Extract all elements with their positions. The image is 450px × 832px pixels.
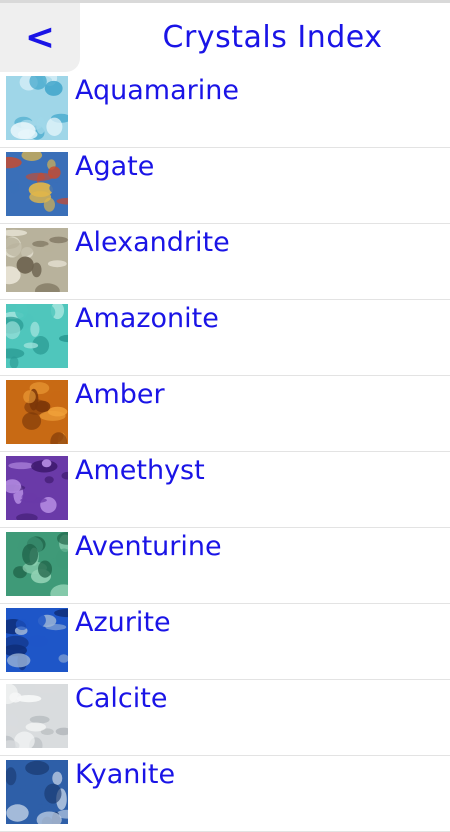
page-title: Crystals Index xyxy=(162,20,383,55)
aquamarine-image xyxy=(6,76,68,140)
crystal-name: Azurite xyxy=(75,607,171,638)
list-item[interactable]: Azurite xyxy=(0,604,450,680)
azurite-image xyxy=(6,608,68,672)
crystal-name: Aventurine xyxy=(75,531,222,562)
calcite-image xyxy=(6,684,68,748)
crystal-name: Alexandrite xyxy=(75,227,230,258)
kyanite-image xyxy=(6,760,68,824)
list-item[interactable]: Agate xyxy=(0,148,450,224)
aventurine-image xyxy=(6,532,68,596)
amethyst-image xyxy=(6,456,68,520)
list-item[interactable]: Alexandrite xyxy=(0,224,450,300)
agate-image xyxy=(6,152,68,216)
list-item[interactable]: Aquamarine xyxy=(0,72,450,148)
crystal-name: Amazonite xyxy=(75,303,219,334)
crystal-name: Amber xyxy=(75,379,165,410)
back-button[interactable]: < xyxy=(0,3,80,72)
list-item[interactable]: Amethyst xyxy=(0,452,450,528)
list-item[interactable]: Kyanite xyxy=(0,756,450,832)
list-item[interactable]: Amazonite xyxy=(0,300,450,376)
list-item[interactable]: Aventurine xyxy=(0,528,450,604)
crystal-name: Aquamarine xyxy=(75,75,239,106)
crystal-list: Aquamarine Agate Alexandrite Amazonite Amber… xyxy=(0,72,450,832)
amber-image xyxy=(6,380,68,444)
list-item[interactable]: Calcite xyxy=(0,680,450,756)
amazonite-image xyxy=(6,304,68,368)
back-chevron-icon: < xyxy=(24,17,56,58)
alexandrite-image xyxy=(6,228,68,292)
crystal-name: Calcite xyxy=(75,683,168,714)
header-bar: < Crystals Index xyxy=(0,3,450,72)
list-item[interactable]: Amber xyxy=(0,376,450,452)
crystal-name: Amethyst xyxy=(75,455,205,486)
crystal-name: Agate xyxy=(75,151,155,182)
crystal-name: Kyanite xyxy=(75,759,176,790)
